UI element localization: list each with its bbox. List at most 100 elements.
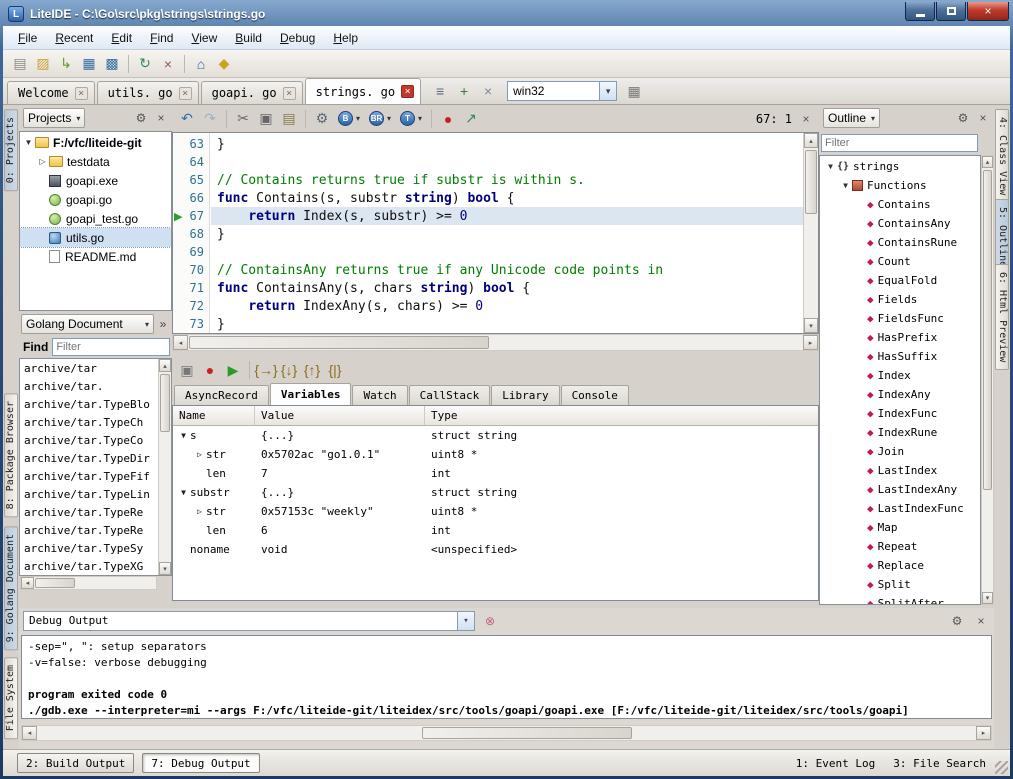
outline-item-lastindex[interactable]: ◆LastIndex [820, 461, 980, 480]
scroll-thumb[interactable] [983, 170, 992, 490]
expander-icon[interactable]: ▷ [193, 507, 206, 516]
step-out-icon[interactable]: {↑} [301, 359, 323, 381]
undo-icon[interactable]: ↶ [176, 108, 198, 130]
doc-list-item[interactable]: archive/tar.TypeBlo [20, 396, 157, 414]
save-all-icon[interactable]: ▩ [101, 53, 123, 75]
menu-edit[interactable]: Edit [102, 28, 141, 48]
doc-list-item[interactable]: archive/tar.TypeSy [20, 540, 157, 558]
tab-welcome[interactable]: Welcome× [7, 81, 95, 104]
menu-view[interactable]: View [182, 28, 226, 48]
home-icon[interactable]: ⌂ [190, 53, 212, 75]
gear-icon[interactable]: ⚙ [948, 612, 966, 630]
scroll-up-icon[interactable]: ▴ [804, 133, 818, 148]
expander-icon[interactable]: ▷ [193, 450, 206, 459]
debug-tab-library[interactable]: Library [491, 385, 559, 405]
variable-row-len[interactable]: len7int [173, 464, 818, 483]
doc-list-item[interactable]: archive/tar.TypeRe [20, 522, 157, 540]
expander-icon[interactable]: ▼ [824, 162, 837, 171]
reload-file-icon[interactable]: ↻ [134, 53, 156, 75]
step-into-icon[interactable]: {↓} [278, 359, 300, 381]
outline-item-repeat[interactable]: ◆Repeat [820, 537, 980, 556]
menu-recent[interactable]: Recent [46, 28, 102, 48]
side-tab-6-html-preview[interactable]: 6: Html Preview [995, 264, 1009, 370]
target-combo[interactable]: win32 ▾ [507, 81, 617, 101]
code-line[interactable]: } [211, 315, 803, 333]
outline-item-replace[interactable]: ◆Replace [820, 556, 980, 575]
resize-grip[interactable] [995, 761, 1008, 774]
gear-icon[interactable]: ⚙ [311, 108, 333, 130]
build-combo-t[interactable]: T▾ [396, 110, 426, 127]
scroll-right-icon[interactable]: ▸ [976, 726, 991, 740]
scroll-left-icon[interactable]: ◂ [21, 577, 34, 589]
doc-list-item[interactable]: archive/tar.TypeCo [20, 432, 157, 450]
scroll-thumb[interactable] [805, 150, 817, 214]
doc-list-scrollbar-vertical[interactable]: ▴ ▾ [158, 359, 171, 575]
golang-document-combo[interactable]: Golang Document ▾ [21, 314, 154, 334]
save-file-icon[interactable]: ▦ [78, 53, 100, 75]
status-toggle-7-debug-output[interactable]: 7: Debug Output [142, 753, 259, 773]
gear-icon[interactable]: ⚙ [132, 109, 150, 127]
doc-filter-input[interactable] [52, 338, 170, 356]
scroll-thumb[interactable] [160, 374, 170, 432]
debug-output-text[interactable]: -sep=", ": setup separators-v=false: ver… [21, 635, 992, 719]
outline-item-containsrune[interactable]: ◆ContainsRune [820, 233, 980, 252]
side-tab-0-projects[interactable]: 0: Projects [4, 109, 18, 191]
scroll-right-icon[interactable]: ▸ [803, 335, 818, 350]
continue-icon[interactable]: ▶ [222, 359, 244, 381]
doc-list-item[interactable]: archive/tar.TypeRe [20, 504, 157, 522]
close-all-icon[interactable]: × [477, 80, 499, 102]
column-header-name[interactable]: Name [173, 406, 255, 425]
code-editor[interactable]: 63646566▶67686970717273 }// Contains ret… [172, 132, 819, 334]
outline-filter-input[interactable] [821, 134, 978, 152]
outline-item-fields[interactable]: ◆Fields [820, 290, 980, 309]
variable-row-str[interactable]: ▷str0x5702ac "go1.0.1"uint8 * [173, 445, 818, 464]
outline-item-map[interactable]: ◆Map [820, 518, 980, 537]
step-over-icon[interactable]: {→} [255, 359, 277, 381]
output-scrollbar-horizontal[interactable]: ◂ ▸ [21, 725, 992, 741]
status-toggle-2-build-output[interactable]: 2: Build Output [17, 753, 134, 773]
variable-row-str[interactable]: ▷str0x57153c "weekly"uint8 * [173, 502, 818, 521]
code-line[interactable]: return IndexAny(s, chars) >= 0 [211, 297, 803, 315]
outline-item-hasprefix[interactable]: ◆HasPrefix [820, 328, 980, 347]
outline-item-index[interactable]: ◆Index [820, 366, 980, 385]
close-panel-icon[interactable]: × [152, 109, 170, 127]
expander-icon[interactable]: ▼ [22, 138, 35, 147]
debug-tab-console[interactable]: Console [561, 385, 629, 405]
tree-item-goapi-test-go[interactable]: goapi_test.go [20, 209, 171, 228]
close-panel-icon[interactable]: × [974, 109, 992, 127]
close-button[interactable]: × [967, 2, 1009, 21]
menu-file[interactable]: File [9, 28, 46, 48]
scroll-left-icon[interactable]: ◂ [22, 726, 37, 740]
debug-tab-variables[interactable]: Variables [270, 383, 352, 405]
editor-scrollbar-horizontal[interactable]: ◂ ▸ [172, 334, 819, 351]
scroll-thumb[interactable] [422, 727, 632, 739]
tree-item-readme-md[interactable]: README.md [20, 247, 171, 266]
clear-output-icon[interactable]: ⊗ [481, 612, 499, 630]
outline-item-containsany[interactable]: ◆ContainsAny [820, 214, 980, 233]
scroll-thumb[interactable] [189, 336, 489, 349]
outline-combo[interactable]: Outline ▾ [823, 108, 880, 128]
variable-row-substr[interactable]: ▼substr{...}struct string [173, 483, 818, 502]
build-combo-b[interactable]: B▾ [334, 110, 364, 127]
doc-list-item[interactable]: archive/tar.TypeFif [20, 468, 157, 486]
menu-find[interactable]: Find [141, 28, 182, 48]
doc-list-scrollbar-horizontal[interactable]: ◂ [20, 576, 157, 590]
doc-list-item[interactable]: archive/tar.TypeCh [20, 414, 157, 432]
code-line[interactable]: // ContainsAny returns true if any Unico… [211, 261, 803, 279]
scroll-up-icon[interactable]: ▴ [982, 156, 993, 168]
side-tab-9-golang-document[interactable]: 9: Golang Document [4, 526, 18, 650]
doc-list-item[interactable]: archive/tar.TypeLin [20, 486, 157, 504]
outline-scrollbar-vertical[interactable]: ▴ ▾ [981, 155, 994, 605]
scroll-down-icon[interactable]: ▾ [804, 318, 818, 333]
tab-close-icon[interactable]: × [179, 87, 192, 100]
tree-item-utils-go[interactable]: utils.go [20, 228, 171, 247]
outline-item-split[interactable]: ◆Split [820, 575, 980, 594]
copy-icon[interactable]: ▣ [255, 108, 277, 130]
close-panel-icon[interactable]: × [972, 612, 990, 630]
debug-tab-asyncrecord[interactable]: AsyncRecord [174, 385, 269, 405]
variable-row-s[interactable]: ▼s{...}struct string [173, 426, 818, 445]
minimize-button[interactable] [905, 2, 935, 21]
status-toggle-3-file-search[interactable]: 3: File Search [893, 757, 986, 770]
code-line[interactable]: func ContainsAny(s, chars string) bool { [211, 279, 803, 297]
doc-list-item[interactable]: archive/tar. [20, 378, 157, 396]
